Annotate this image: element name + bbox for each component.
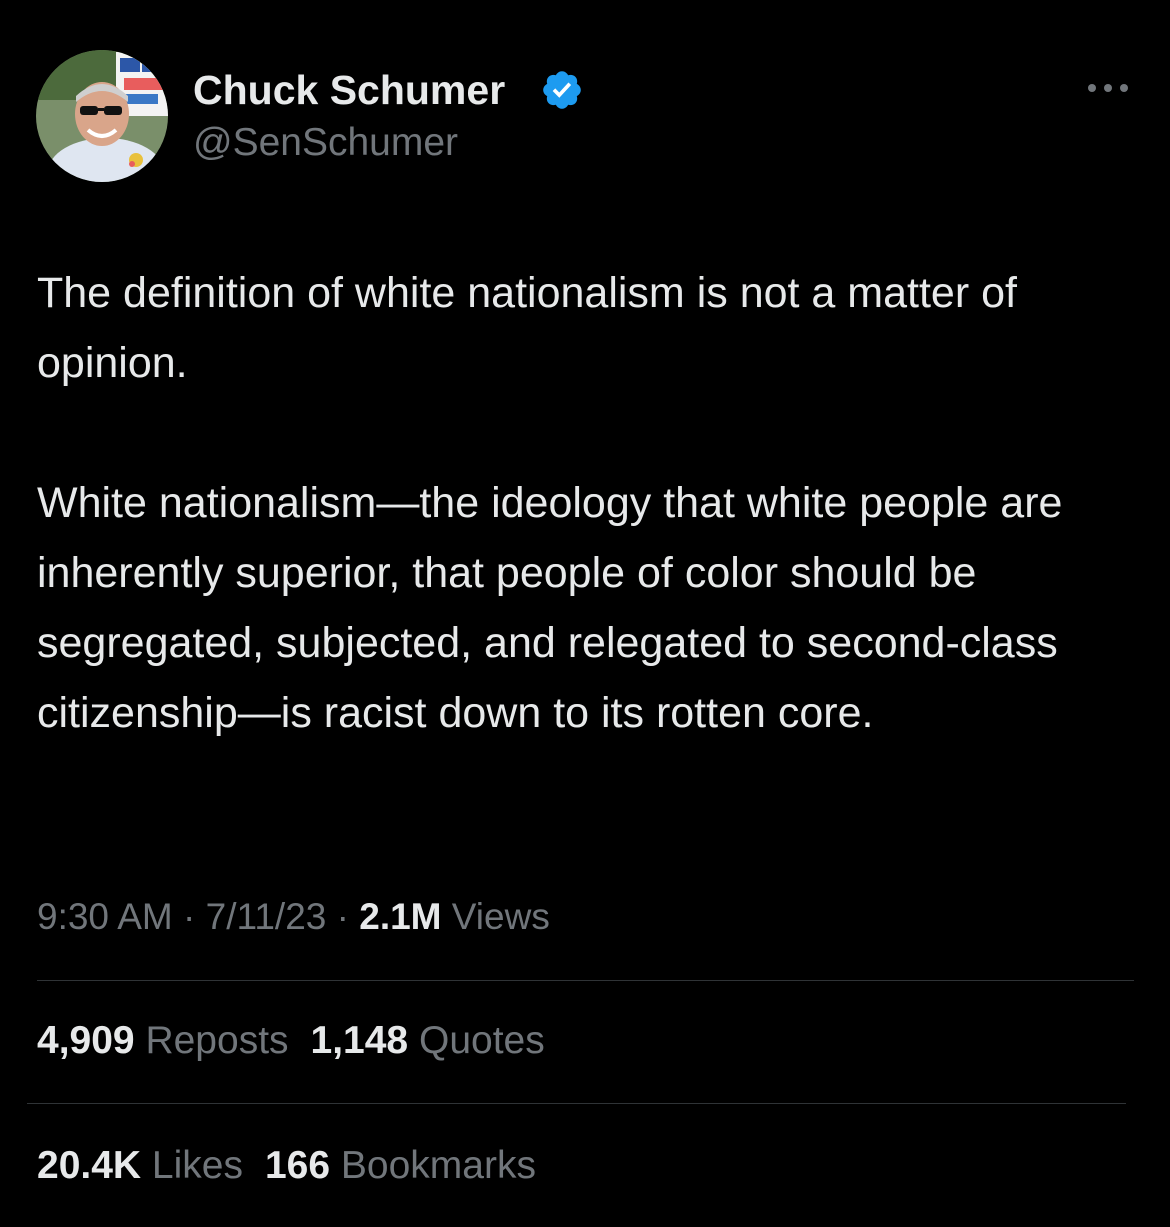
likes-stat[interactable]: 20.4K Likes [37,1141,243,1191]
views-label: Views [451,896,550,937]
likes-label: Likes [151,1144,243,1187]
author-display-name[interactable]: Chuck Schumer [193,64,505,116]
author-avatar[interactable] [36,50,168,182]
verified-badge-icon [540,68,584,112]
bookmarks-label: Bookmarks [340,1144,536,1187]
reposts-count: 4,909 [37,1019,135,1062]
stats-row-likes-bookmarks: 20.4K Likes 166 Bookmarks [37,1141,558,1191]
tweet-date[interactable]: 7/11/23 [206,896,327,937]
ellipsis-icon [1088,84,1128,92]
quotes-stat[interactable]: 1,148 Quotes [311,1016,545,1066]
quotes-label: Quotes [418,1019,545,1062]
more-options-button[interactable] [1084,70,1132,106]
tweet-text: The definition of white nationalism is n… [37,258,1132,748]
reposts-stat[interactable]: 4,909 Reposts [37,1016,289,1066]
author-handle[interactable]: @SenSchumer [193,118,458,168]
tweet-detail: Chuck Schumer @SenSchumer The definition… [0,0,1170,1227]
tweet-time[interactable]: 9:30 AM [37,896,173,937]
meta-separator: · [183,896,196,937]
avatar-photo-icon [36,50,168,182]
tweet-paragraph: The definition of white nationalism is n… [37,269,1017,387]
bookmarks-stat[interactable]: 166 Bookmarks [265,1141,536,1191]
divider [37,980,1134,981]
tweet-paragraph: White nationalism—the ideology that whit… [37,479,1063,737]
tweet-meta: 9:30 AM · 7/11/23 · 2.1M Views [37,893,550,941]
views-count: 2.1M [359,896,442,937]
reposts-label: Reposts [145,1019,289,1062]
stats-row-reposts-quotes: 4,909 Reposts 1,148 Quotes [37,1016,567,1066]
divider [27,1103,1126,1104]
likes-count: 20.4K [37,1144,142,1187]
meta-separator: · [336,896,349,937]
quotes-count: 1,148 [310,1019,409,1062]
bookmarks-count: 166 [264,1144,331,1187]
